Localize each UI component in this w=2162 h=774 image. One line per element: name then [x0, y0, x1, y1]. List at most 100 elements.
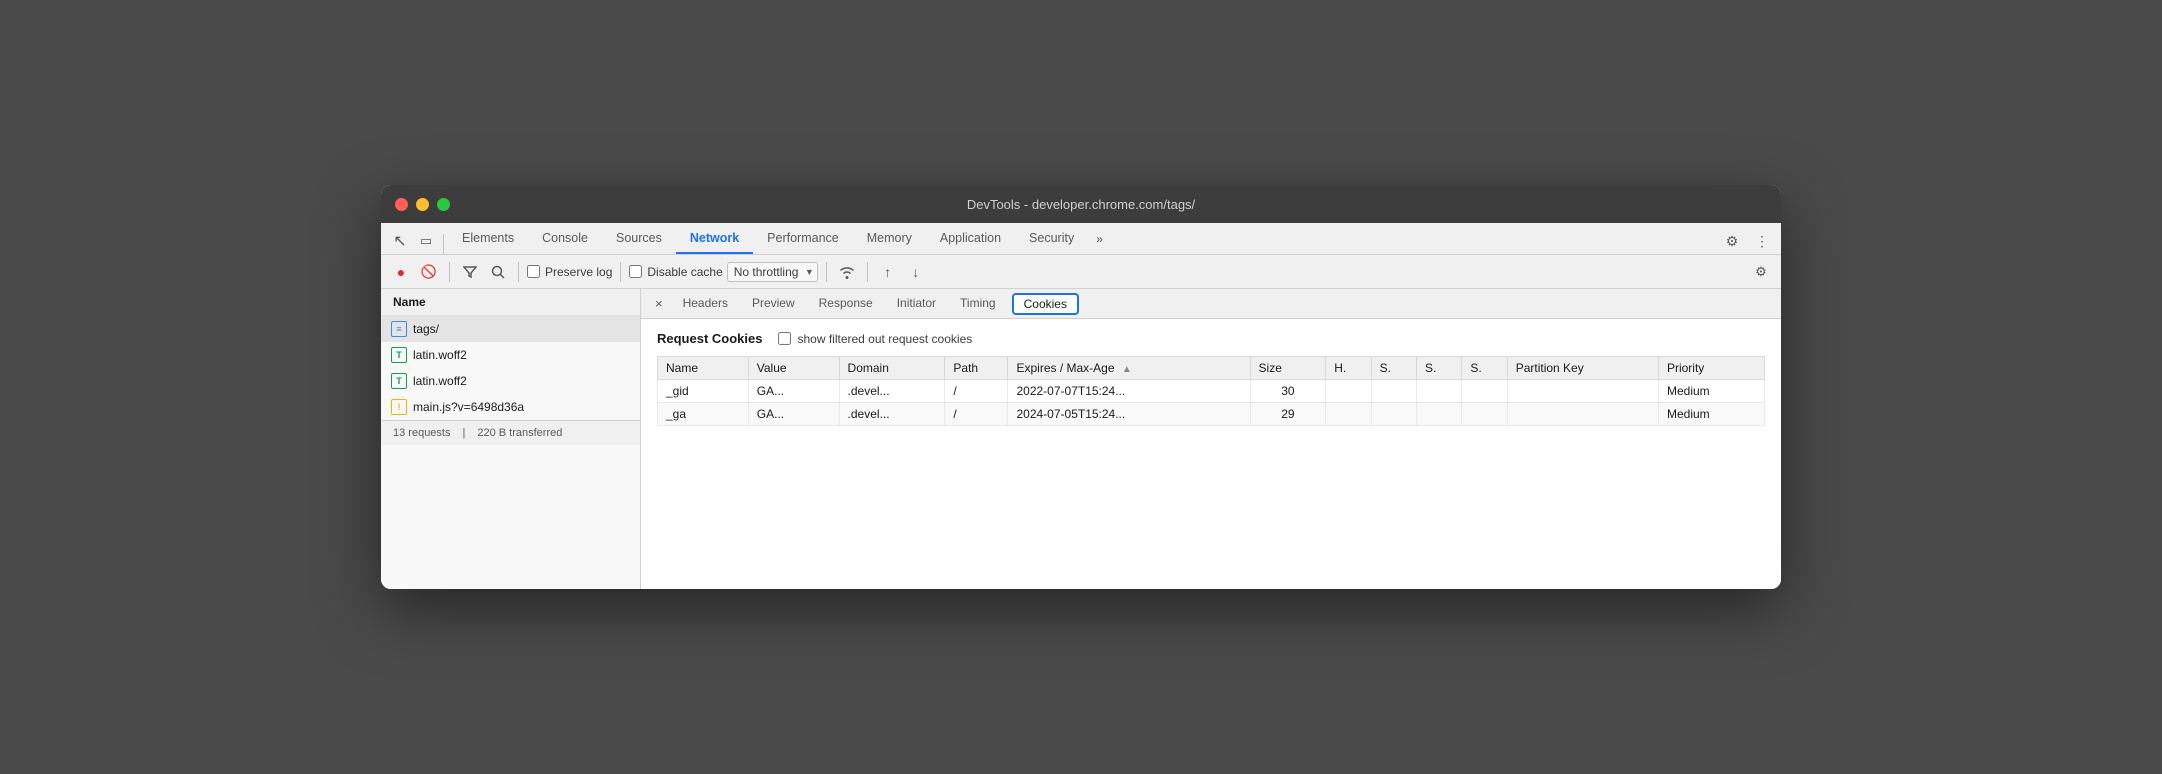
file-icon-font2: T: [391, 373, 407, 389]
minimize-button[interactable]: [416, 198, 429, 211]
cookie-gid-s3: [1462, 380, 1507, 403]
devtools-body: ↖ ▭ Elements Console Sources Network Per…: [381, 223, 1781, 589]
col-header-s2[interactable]: S.: [1416, 357, 1461, 380]
sec-divider-3: [620, 262, 621, 282]
tab-timing[interactable]: Timing: [948, 289, 1008, 318]
window-title: DevTools - developer.chrome.com/tags/: [967, 197, 1195, 212]
tab-application[interactable]: Application: [926, 223, 1015, 254]
tab-cookies[interactable]: Cookies: [1012, 293, 1079, 315]
show-filtered-label: show filtered out request cookies: [797, 332, 972, 346]
cookie-ga-partkey: [1507, 403, 1658, 426]
tab-sources[interactable]: Sources: [602, 223, 676, 254]
tab-console[interactable]: Console: [528, 223, 602, 254]
col-header-partition-key[interactable]: Partition Key: [1507, 357, 1658, 380]
col-header-value[interactable]: Value: [748, 357, 839, 380]
disable-cache-checkbox[interactable]: Disable cache: [629, 265, 722, 279]
col-header-domain[interactable]: Domain: [839, 357, 945, 380]
sec-divider-2: [518, 262, 519, 282]
close-detail-tab[interactable]: ×: [647, 296, 671, 311]
sort-arrow: ▲: [1122, 364, 1132, 375]
cursor-icon[interactable]: ↖: [387, 228, 413, 254]
cookie-ga-priority: Medium: [1658, 403, 1764, 426]
show-filtered-input[interactable]: [778, 332, 791, 345]
show-filtered-checkbox[interactable]: show filtered out request cookies: [778, 332, 972, 346]
cookie-ga-s2: [1416, 403, 1461, 426]
throttle-select[interactable]: No throttling: [727, 262, 818, 282]
cookie-gid-priority: Medium: [1658, 380, 1764, 403]
mobile-icon[interactable]: ▭: [413, 228, 439, 254]
tab-network[interactable]: Network: [676, 223, 753, 254]
main-content: Name ≡ tags/ T latin.woff2 T latin.woff2…: [381, 289, 1781, 589]
settings-icon[interactable]: ⚙: [1719, 228, 1745, 254]
col-header-path[interactable]: Path: [945, 357, 1008, 380]
tab-performance[interactable]: Performance: [753, 223, 853, 254]
col-header-h[interactable]: H.: [1326, 357, 1371, 380]
throttle-wrapper: No throttling ▼: [727, 262, 818, 282]
tab-headers[interactable]: Headers: [671, 289, 740, 318]
request-cookies-header: Request Cookies show filtered out reques…: [657, 331, 1765, 346]
col-header-priority[interactable]: Priority: [1658, 357, 1764, 380]
cookie-gid-s1: [1371, 380, 1416, 403]
col-header-s3[interactable]: S.: [1462, 357, 1507, 380]
cookie-row-gid[interactable]: _gid GA... .devel... / 2022-07-07T15:24.…: [658, 380, 1765, 403]
cookie-ga-path: /: [945, 403, 1008, 426]
cookie-gid-size: 30: [1250, 380, 1326, 403]
tab-initiator[interactable]: Initiator: [885, 289, 948, 318]
cookie-gid-h: [1326, 380, 1371, 403]
tab-elements[interactable]: Elements: [448, 223, 528, 254]
cookie-gid-domain: .devel...: [839, 380, 945, 403]
cookie-ga-s1: [1371, 403, 1416, 426]
preserve-log-checkbox[interactable]: Preserve log: [527, 265, 612, 279]
tab-memory[interactable]: Memory: [853, 223, 926, 254]
file-name-tags: tags/: [413, 322, 439, 336]
request-cookies-title: Request Cookies: [657, 331, 762, 346]
close-button[interactable]: [395, 198, 408, 211]
file-icon-doc: ≡: [391, 321, 407, 337]
file-item-tags[interactable]: ≡ tags/: [381, 316, 640, 342]
cookie-ga-expires: 2024-07-05T15:24...: [1008, 403, 1250, 426]
title-bar: DevTools - developer.chrome.com/tags/: [381, 185, 1781, 223]
file-list-header: Name: [381, 289, 640, 316]
block-button[interactable]: 🚫: [417, 260, 441, 284]
col-header-name[interactable]: Name: [658, 357, 749, 380]
maximize-button[interactable]: [437, 198, 450, 211]
divider-bar: |: [462, 427, 465, 439]
cookies-header-row: Name Value Domain Path Expires / Max-Age…: [658, 357, 1765, 380]
sec-divider-5: [867, 262, 868, 282]
transferred-size: 220 B transferred: [477, 427, 562, 439]
more-vert-icon[interactable]: ⋮: [1749, 228, 1775, 254]
tabs-divider: [443, 234, 444, 254]
search-icon[interactable]: [486, 260, 510, 284]
toolbar-right: ⚙ ⋮: [1719, 228, 1775, 254]
col-header-size[interactable]: Size: [1250, 357, 1326, 380]
cookie-gid-path: /: [945, 380, 1008, 403]
detail-tabs: × Headers Preview Response Initiator Tim…: [641, 289, 1781, 319]
cookie-gid-s2: [1416, 380, 1461, 403]
download-icon[interactable]: ↓: [904, 260, 928, 284]
secondary-toolbar: ● 🚫 Preserve log Dis: [381, 255, 1781, 289]
tab-response[interactable]: Response: [807, 289, 885, 318]
wifi-icon[interactable]: [835, 260, 859, 284]
cookie-row-ga[interactable]: _ga GA... .devel... / 2024-07-05T15:24..…: [658, 403, 1765, 426]
settings-icon-2[interactable]: ⚙: [1749, 260, 1773, 284]
filter-icon[interactable]: [458, 260, 482, 284]
file-list: Name ≡ tags/ T latin.woff2 T latin.woff2…: [381, 289, 641, 589]
file-name-latin1: latin.woff2: [413, 348, 467, 362]
main-tabs-bar: ↖ ▭ Elements Console Sources Network Per…: [381, 223, 1781, 255]
cookies-area: Request Cookies show filtered out reques…: [641, 319, 1781, 589]
cookies-table-head: Name Value Domain Path Expires / Max-Age…: [658, 357, 1765, 380]
more-tabs-button[interactable]: »: [1088, 223, 1111, 254]
tab-preview[interactable]: Preview: [740, 289, 807, 318]
sec-divider-1: [449, 262, 450, 282]
upload-icon[interactable]: ↑: [876, 260, 900, 284]
col-header-expires[interactable]: Expires / Max-Age ▲: [1008, 357, 1250, 380]
traffic-lights: [395, 198, 450, 211]
file-item-mainjs[interactable]: ! main.js?v=6498d36a: [381, 394, 640, 420]
record-button[interactable]: ●: [389, 260, 413, 284]
tab-security[interactable]: Security: [1015, 223, 1088, 254]
file-item-latin1[interactable]: T latin.woff2: [381, 342, 640, 368]
col-header-s1[interactable]: S.: [1371, 357, 1416, 380]
cookies-table-body: _gid GA... .devel... / 2022-07-07T15:24.…: [658, 380, 1765, 426]
file-item-latin2[interactable]: T latin.woff2: [381, 368, 640, 394]
cookie-gid-expires: 2022-07-07T15:24...: [1008, 380, 1250, 403]
